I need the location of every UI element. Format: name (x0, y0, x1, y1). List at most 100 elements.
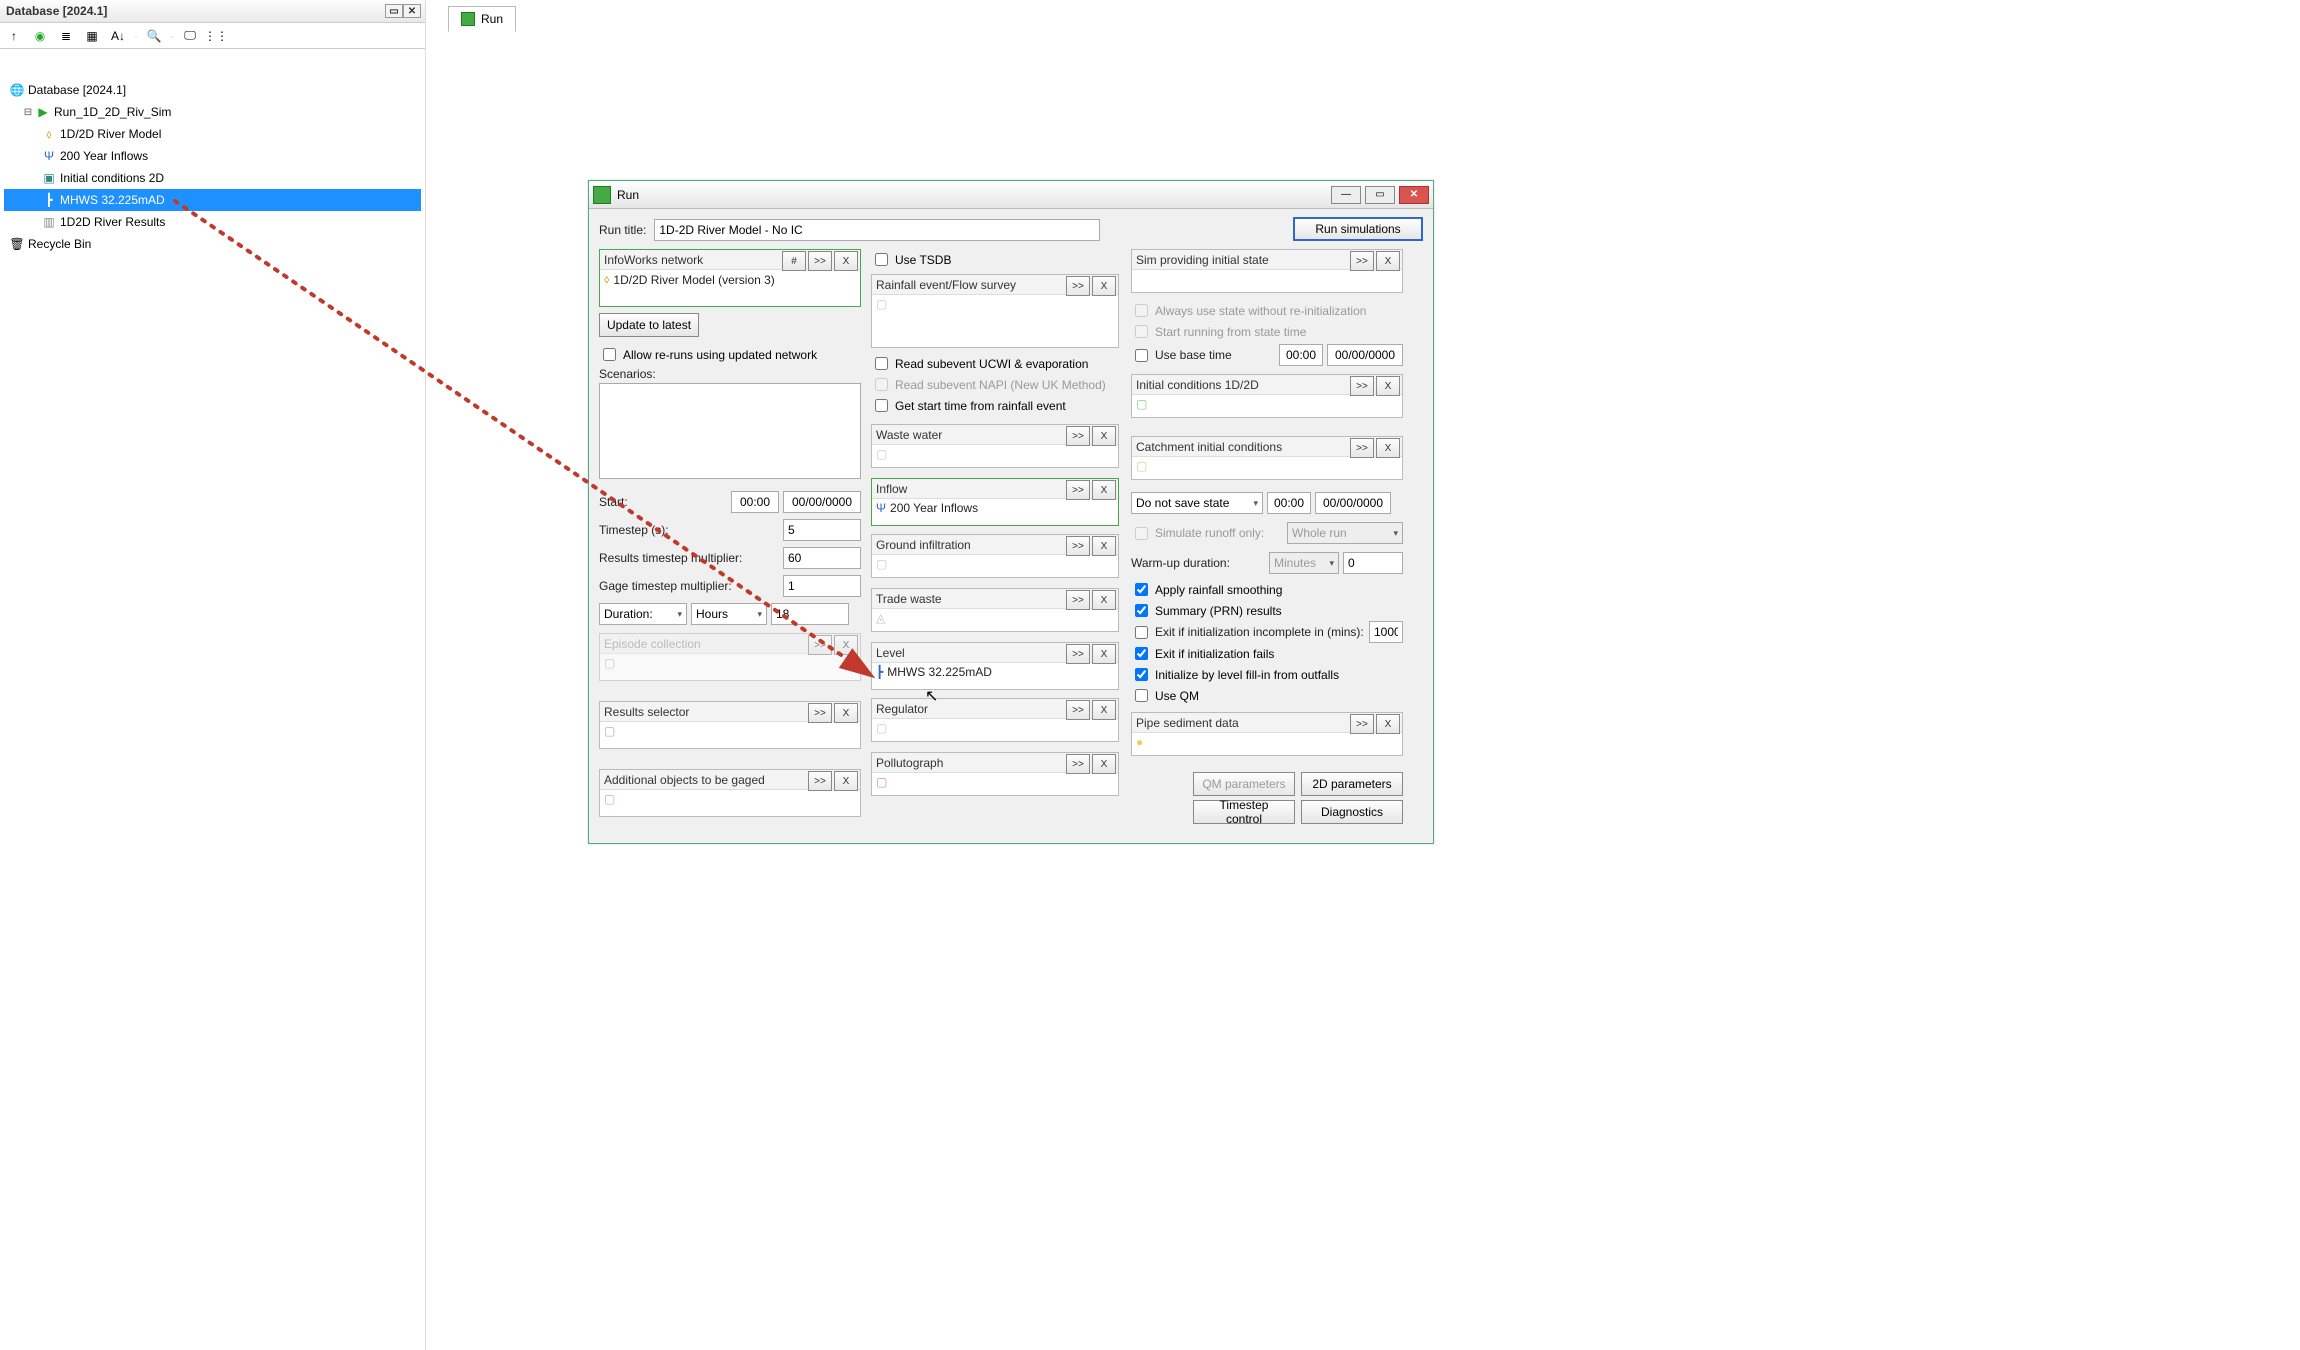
tree-item-selected[interactable]: ┣ MHWS 32.225mAD (4, 189, 421, 211)
table-icon[interactable]: ▦ (82, 26, 102, 46)
sim-state-group: Sim providing initial state >>X (1131, 249, 1403, 293)
use-qm-checkbox[interactable] (1135, 689, 1148, 702)
clear-button[interactable]: X (1092, 536, 1116, 556)
sync-icon[interactable]: ◉ (30, 26, 50, 46)
collapse-icon[interactable]: ⊟ (22, 107, 34, 118)
hash-button[interactable]: # (782, 251, 806, 271)
use-base-time-checkbox[interactable] (1135, 349, 1148, 362)
save-state-date-input[interactable] (1315, 492, 1391, 514)
summary-prn-checkbox[interactable] (1135, 604, 1148, 617)
tree-item[interactable]: ▣ Initial conditions 2D (4, 167, 421, 189)
update-to-latest-button[interactable]: Update to latest (599, 313, 699, 337)
clear-button[interactable]: X (1092, 276, 1116, 296)
exit-incomplete-input[interactable] (1369, 621, 1403, 643)
duration-unit-select[interactable]: Hours (691, 603, 767, 625)
warmup-input[interactable] (1343, 552, 1403, 574)
timestep-control-button[interactable]: Timestep control (1193, 800, 1295, 824)
results-selector-group: Results selector >> X ▢ (599, 701, 861, 749)
tree-root[interactable]: 🌐 Database [2024.1] (4, 79, 421, 101)
clear-button[interactable]: X (1092, 754, 1116, 774)
start-time-input[interactable] (731, 491, 779, 513)
clear-button[interactable]: X (1376, 438, 1400, 458)
list-icon[interactable]: ≣ (56, 26, 76, 46)
run-title-input[interactable] (654, 219, 1100, 241)
expand-button[interactable]: >> (1066, 590, 1090, 610)
clear-button[interactable]: X (1092, 700, 1116, 720)
run-simulations-button[interactable]: Run simulations (1293, 217, 1423, 241)
clear-button[interactable]: X (834, 703, 858, 723)
scenarios-list[interactable] (599, 383, 861, 479)
minimize-button[interactable]: — (1331, 186, 1361, 204)
clear-button[interactable]: X (834, 771, 858, 791)
expand-button[interactable]: >> (1066, 426, 1090, 446)
panel-close-icon[interactable]: ✕ (403, 4, 421, 18)
save-state-select[interactable]: Do not save state (1131, 492, 1263, 514)
clear-button[interactable]: X (1376, 714, 1400, 734)
expand-button[interactable]: >> (1066, 536, 1090, 556)
exit-incomplete-checkbox[interactable] (1135, 626, 1148, 639)
expand-button[interactable]: >> (808, 635, 832, 655)
panel-restore-icon[interactable]: ▭ (385, 4, 403, 18)
save-state-time-input[interactable] (1267, 492, 1311, 514)
clear-button[interactable]: X (1092, 480, 1116, 500)
tree-run-group[interactable]: ⊟ ▶ Run_1D_2D_Riv_Sim (4, 101, 421, 123)
timestep-input[interactable] (783, 519, 861, 541)
nav-up-icon[interactable]: ↑ (4, 26, 24, 46)
expand-button[interactable]: >> (1066, 700, 1090, 720)
close-button[interactable]: ✕ (1399, 186, 1429, 204)
expand-button[interactable]: >> (1350, 376, 1374, 396)
clear-button[interactable]: X (1092, 590, 1116, 610)
expand-button[interactable]: >> (1350, 438, 1374, 458)
expand-button[interactable]: >> (808, 771, 832, 791)
expand-button[interactable]: >> (1350, 251, 1374, 271)
main-tab-run[interactable]: Run (448, 6, 516, 32)
search-icon[interactable]: 🔍 (144, 26, 164, 46)
expand-button[interactable]: >> (1066, 480, 1090, 500)
expand-button[interactable]: >> (1066, 276, 1090, 296)
tree-item[interactable]: Ψ 200 Year Inflows (4, 145, 421, 167)
use-tsdb-checkbox[interactable] (875, 253, 888, 266)
clear-button[interactable]: X (834, 251, 858, 271)
allow-reruns-checkbox[interactable] (603, 348, 616, 361)
tree-run-group-label: Run_1D_2D_Riv_Sim (54, 105, 171, 119)
tree-item[interactable]: ⬨ 1D/2D River Model (4, 123, 421, 145)
clear-button[interactable]: X (1376, 376, 1400, 396)
tree-item[interactable]: ▥ 1D2D River Results (4, 211, 421, 233)
always-state-checkbox (1135, 304, 1148, 317)
expand-button[interactable]: >> (808, 251, 832, 271)
get-start-label: Get start time from rainfall event (895, 399, 1066, 413)
expand-button[interactable]: >> (808, 703, 832, 723)
maximize-button[interactable]: ▭ (1365, 186, 1395, 204)
start-state-time-checkbox (1135, 325, 1148, 338)
expand-button[interactable]: >> (1066, 754, 1090, 774)
clear-button[interactable]: X (1092, 426, 1116, 446)
start-date-input[interactable] (783, 491, 861, 513)
get-start-checkbox[interactable] (875, 399, 888, 412)
apply-rainfall-label: Apply rainfall smoothing (1155, 583, 1282, 597)
tree-recycle[interactable]: 🗑 Recycle Bin (4, 233, 421, 255)
ground-infil-header: Ground infiltration (876, 538, 971, 552)
base-date-input[interactable] (1327, 344, 1403, 366)
init-level-checkbox[interactable] (1135, 668, 1148, 681)
results-selector-header: Results selector (604, 705, 689, 719)
duration-input[interactable] (771, 603, 849, 625)
clear-button[interactable]: X (834, 635, 858, 655)
nodes-icon[interactable]: ⋮⋮ (206, 26, 226, 46)
read-napi-checkbox (875, 378, 888, 391)
gage-mult-input[interactable] (783, 575, 861, 597)
expand-button[interactable]: >> (1066, 644, 1090, 664)
base-time-input[interactable] (1279, 344, 1323, 366)
apply-rainfall-checkbox[interactable] (1135, 583, 1148, 596)
duration-mode-select[interactable]: Duration: (599, 603, 687, 625)
diagnostics-button[interactable]: Diagnostics (1301, 800, 1403, 824)
run-dialog-titlebar[interactable]: Run — ▭ ✕ (589, 181, 1433, 209)
expand-button[interactable]: >> (1350, 714, 1374, 734)
clear-button[interactable]: X (1092, 644, 1116, 664)
read-ucwi-checkbox[interactable] (875, 357, 888, 370)
screen-icon[interactable]: 🖵 (180, 26, 200, 46)
clear-button[interactable]: X (1376, 251, 1400, 271)
exit-fails-checkbox[interactable] (1135, 647, 1148, 660)
sort-icon[interactable]: A↓ (108, 26, 128, 46)
2d-parameters-button[interactable]: 2D parameters (1301, 772, 1403, 796)
results-mult-input[interactable] (783, 547, 861, 569)
